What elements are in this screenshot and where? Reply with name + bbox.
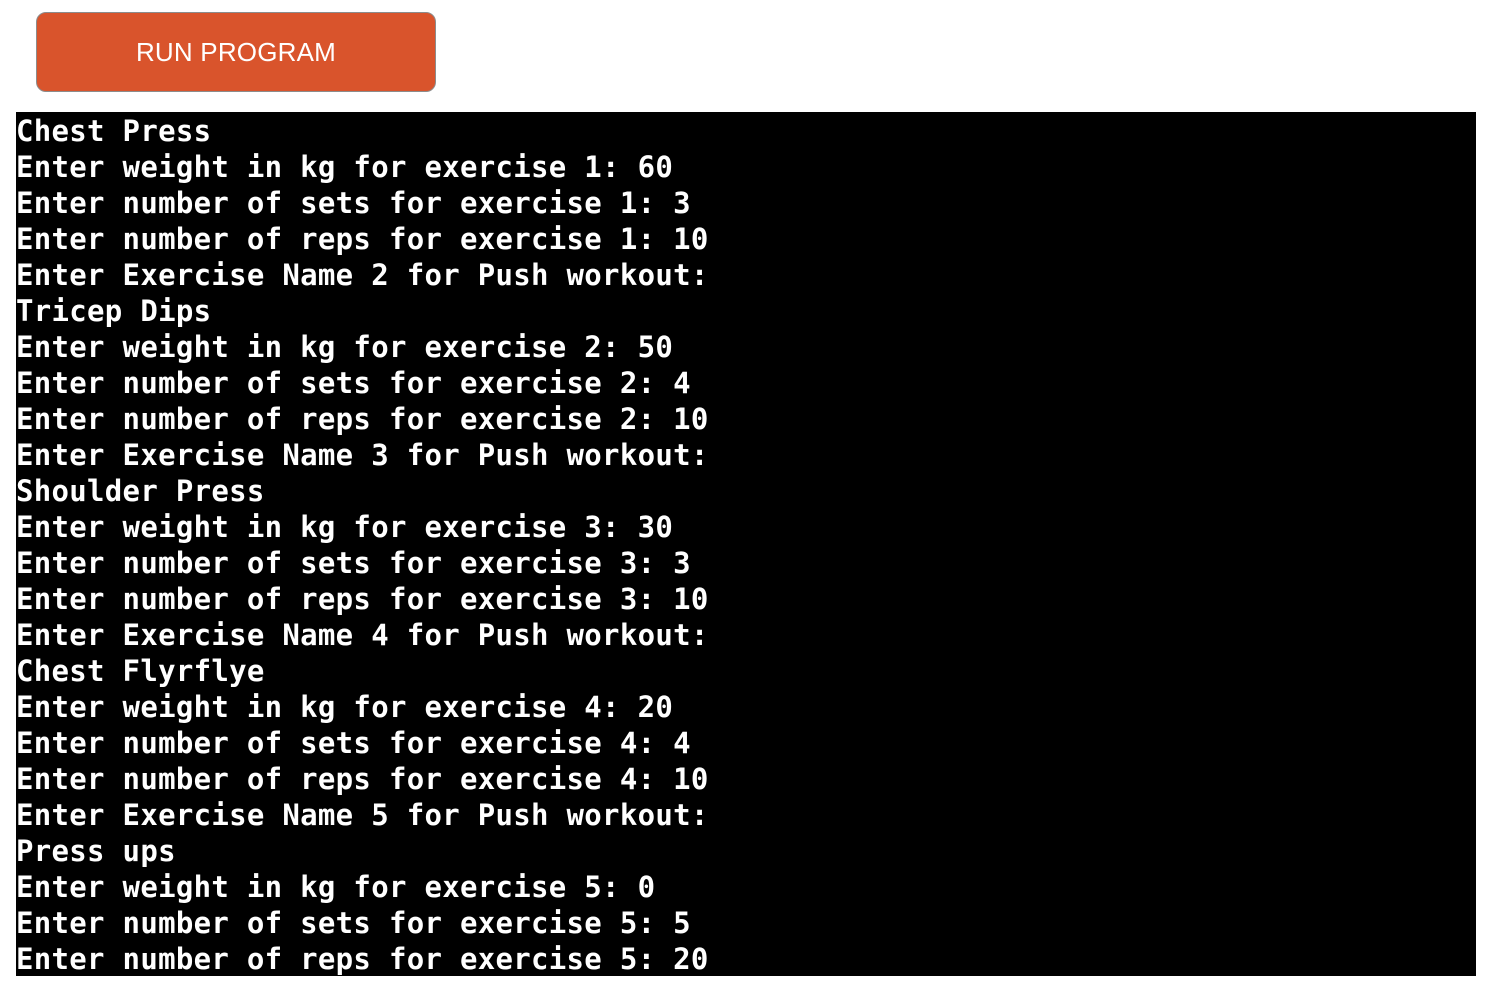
terminal-line: Enter number of sets for exercise 5: 5 (16, 906, 691, 940)
terminal-line: Enter weight in kg for exercise 1: 60 (16, 150, 674, 184)
terminal-line: Chest Flyrflye (16, 654, 265, 688)
terminal-line: Enter weight in kg for exercise 5: 0 (16, 870, 656, 904)
terminal-line: Press ups (16, 834, 176, 868)
terminal-line: Enter Exercise Name 2 for Push workout: (16, 258, 709, 292)
terminal-line: Tricep Dips (16, 294, 212, 328)
terminal-line: Enter number of sets for exercise 3: 3 (16, 546, 691, 580)
terminal-line: Enter number of reps for exercise 2: 10 (16, 402, 709, 436)
run-program-button[interactable]: RUN PROGRAM (36, 12, 436, 92)
terminal-line: Enter number of sets for exercise 1: 3 (16, 186, 691, 220)
terminal-line: Enter weight in kg for exercise 2: 50 (16, 330, 674, 364)
terminal-line: Enter Exercise Name 4 for Push workout: (16, 618, 709, 652)
terminal-output[interactable]: Chest Press Enter weight in kg for exerc… (16, 112, 1476, 976)
terminal-line: Enter Exercise Name 5 for Push workout: (16, 798, 709, 832)
terminal-line: Enter number of reps for exercise 4: 10 (16, 762, 709, 796)
terminal-line: Enter number of sets for exercise 2: 4 (16, 366, 691, 400)
terminal-line: Enter Exercise Name 3 for Push workout: (16, 438, 709, 472)
terminal-line: Enter number of reps for exercise 3: 10 (16, 582, 709, 616)
terminal-line: Chest Press (16, 114, 212, 148)
terminal-line: Enter weight in kg for exercise 4: 20 (16, 690, 674, 724)
terminal-line: Enter number of sets for exercise 4: 4 (16, 726, 691, 760)
terminal-line: Enter number of reps for exercise 1: 10 (16, 222, 709, 256)
terminal-line: Enter number of reps for exercise 5: 20 (16, 942, 709, 976)
terminal-line: Enter weight in kg for exercise 3: 30 (16, 510, 674, 544)
terminal-line: Shoulder Press (16, 474, 265, 508)
